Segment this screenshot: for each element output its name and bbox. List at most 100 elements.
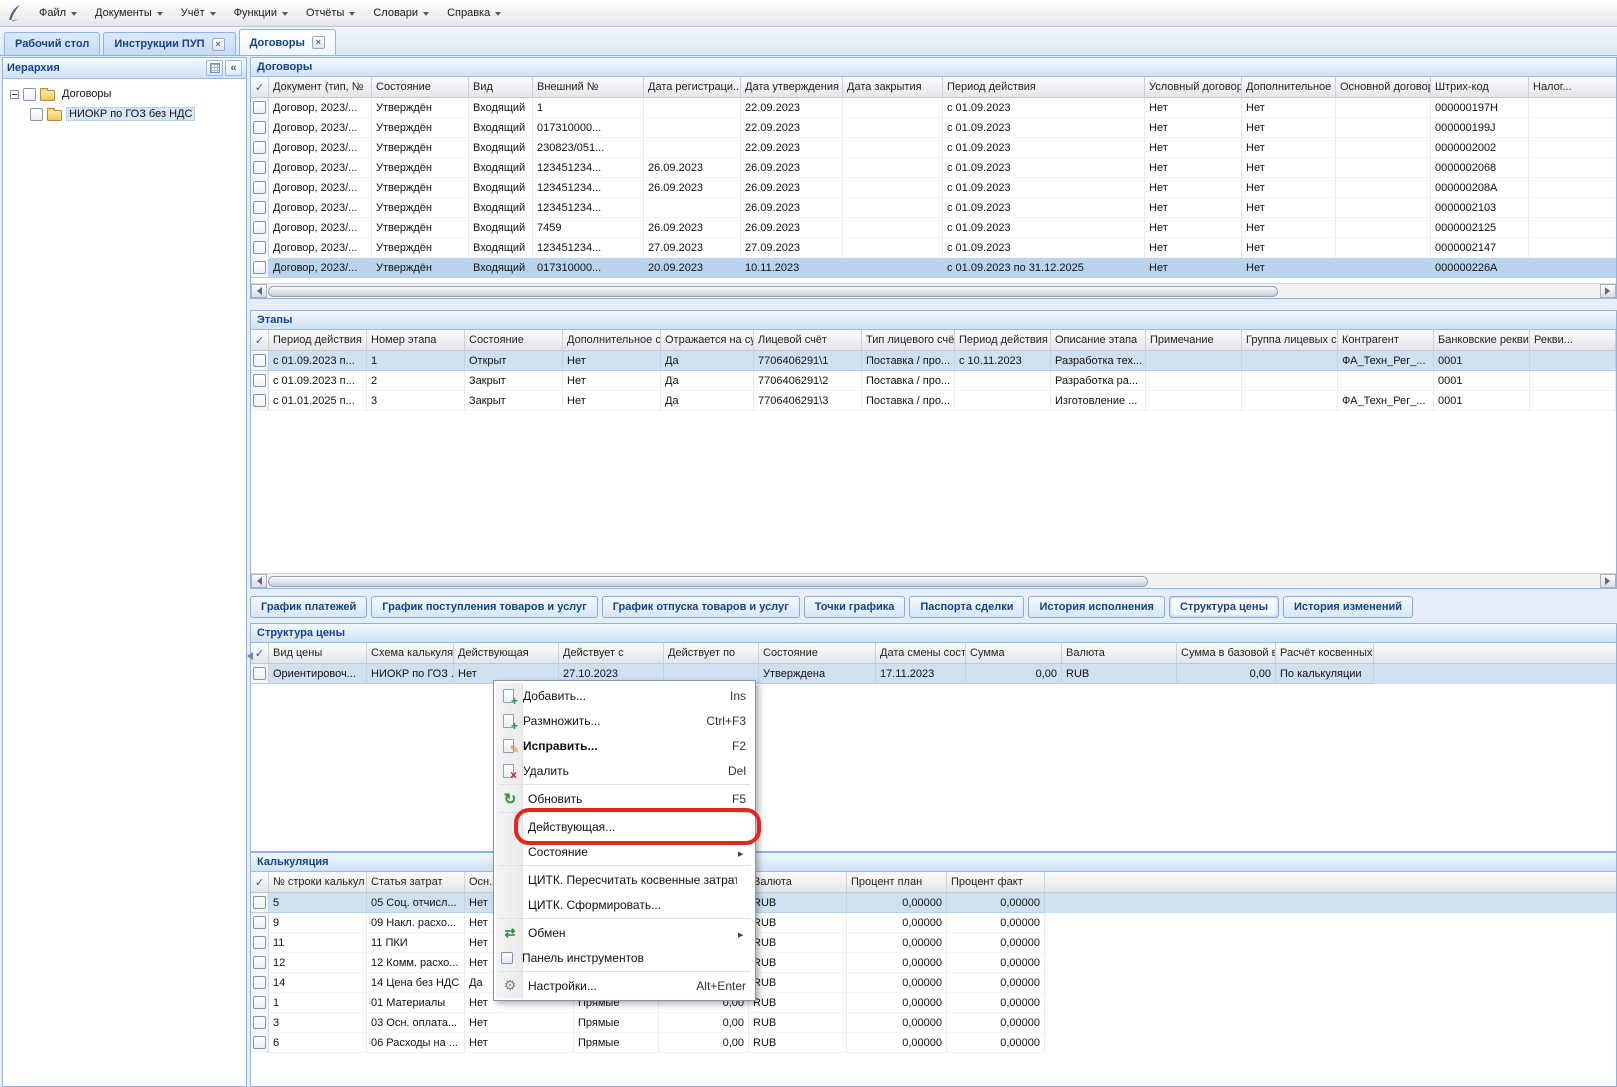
subtab[interactable]: График отпуска товаров и услуг <box>602 596 800 618</box>
row-checkbox[interactable] <box>253 374 266 387</box>
row-checkbox[interactable] <box>253 101 266 114</box>
column-header[interactable]: Состояние <box>372 77 469 97</box>
context-menu-item[interactable]: ЦИТК. Сформировать... <box>496 892 753 917</box>
column-header[interactable]: Основной договор <box>1336 77 1431 97</box>
menubar-item[interactable]: Словари <box>364 0 438 26</box>
column-header[interactable]: Тип лицевого счёт <box>862 330 955 350</box>
column-header[interactable]: Действует по <box>664 643 759 663</box>
table-row[interactable]: Договор, 2023/...УтверждёнВходящий123451… <box>251 158 1616 178</box>
column-header[interactable]: Штрих-код <box>1431 77 1529 97</box>
select-all-column-header[interactable]: ✓ <box>251 77 269 97</box>
menubar-item[interactable]: Отчёты <box>297 0 364 26</box>
row-checkbox[interactable] <box>253 394 266 407</box>
column-header[interactable]: Сумма <box>966 643 1062 663</box>
tab-instructions[interactable]: Инструкции ПУП <box>103 32 235 55</box>
subtab[interactable]: График платежей <box>250 596 367 618</box>
context-menu-item[interactable]: УдалитьDel <box>496 758 753 783</box>
column-header[interactable]: Примечание <box>1146 330 1242 350</box>
table-row[interactable]: Договор, 2023/...УтверждёнВходящий017310… <box>251 118 1616 138</box>
row-checkbox[interactable] <box>253 1036 266 1049</box>
column-header[interactable]: Вид <box>469 77 533 97</box>
table-row[interactable]: 1212 Комм. расхо...НетRUB0,000000,00000 <box>251 953 1616 973</box>
table-row[interactable]: Договор, 2023/...УтверждёнВходящий230823… <box>251 138 1616 158</box>
column-header[interactable]: Дополнительное с <box>1242 77 1336 97</box>
row-checkbox[interactable] <box>253 161 266 174</box>
column-header[interactable]: Действует с <box>559 643 664 663</box>
table-row[interactable]: 303 Осн. оплата...НетПрямые0,00RUB0,0000… <box>251 1013 1616 1033</box>
row-checkbox[interactable] <box>253 141 266 154</box>
select-all-column-header[interactable]: ✓ <box>251 872 269 892</box>
table-row[interactable]: 101 МатериалыНетПрямые0,00RUB0,000000,00… <box>251 993 1616 1013</box>
menubar-item[interactable]: Учёт <box>172 0 225 26</box>
context-menu-item[interactable]: ОбновитьF5 <box>496 786 753 811</box>
row-checkbox[interactable] <box>253 936 266 949</box>
close-tab-icon[interactable] <box>212 38 225 51</box>
scroll-right-icon[interactable] <box>1600 284 1616 298</box>
row-checkbox[interactable] <box>253 1016 266 1029</box>
contracts-hscrollbar[interactable] <box>251 283 1616 298</box>
context-menu-item[interactable]: Настройки...Alt+Enter <box>496 973 753 998</box>
scrollbar-thumb[interactable] <box>268 576 1148 587</box>
column-header[interactable]: Документ (тип, № <box>269 77 372 97</box>
table-row[interactable]: Договор, 2023/...УтверждёнВходящий122.09… <box>251 98 1616 118</box>
column-header[interactable]: Вид цены <box>269 643 367 663</box>
row-checkbox[interactable] <box>253 976 266 989</box>
table-row[interactable]: 1111 ПКИНетRUB0,000000,00000 <box>251 933 1616 953</box>
row-checkbox[interactable] <box>253 956 266 969</box>
column-header[interactable]: № строки калькул <box>269 872 367 892</box>
subtab[interactable]: График поступления товаров и услуг <box>371 596 597 618</box>
row-checkbox[interactable] <box>253 201 266 214</box>
column-header[interactable]: Дата закрытия <box>843 77 943 97</box>
column-header[interactable]: Описание этапа <box>1051 330 1146 350</box>
table-row[interactable]: Договор, 2023/...УтверждёнВходящий745926… <box>251 218 1616 238</box>
row-checkbox[interactable] <box>253 261 266 274</box>
column-header[interactable]: Отражается на су <box>661 330 754 350</box>
subtab[interactable]: История исполнения <box>1028 596 1165 618</box>
column-header[interactable]: Процент факт <box>947 872 1045 892</box>
row-checkbox[interactable] <box>253 121 266 134</box>
tab-contracts[interactable]: Договоры <box>239 29 336 55</box>
table-row[interactable]: с 01.09.2023 п...2ЗакрытНетДа7706406291\… <box>251 371 1616 391</box>
scrollbar-thumb[interactable] <box>268 286 1278 297</box>
column-header[interactable]: Схема калькуляци <box>367 643 454 663</box>
column-header[interactable]: Процент план <box>847 872 947 892</box>
context-menu-item[interactable]: Действующая... <box>496 814 753 839</box>
column-header[interactable]: Период действия л <box>955 330 1051 350</box>
column-header[interactable]: Банковские реквиз <box>1434 330 1530 350</box>
row-checkbox[interactable] <box>253 916 266 929</box>
row-checkbox[interactable] <box>253 181 266 194</box>
table-row[interactable]: Договор, 2023/...УтверждёнВходящий017310… <box>251 258 1616 278</box>
tree-item-contracts[interactable]: Договоры <box>6 84 243 104</box>
collapse-region-arrow-icon[interactable] <box>243 651 251 663</box>
checkbox[interactable] <box>30 108 43 121</box>
column-header[interactable]: Внешний № <box>533 77 644 97</box>
column-header[interactable]: Расчёт косвенных <box>1276 643 1374 663</box>
column-header[interactable]: Период действия <box>943 77 1145 97</box>
table-row[interactable]: с 01.01.2025 п...3ЗакрытНетДа7706406291\… <box>251 391 1616 411</box>
menubar-item[interactable]: Справка <box>438 0 510 26</box>
row-checkbox[interactable] <box>253 667 266 680</box>
table-row[interactable]: 909 Накл. расхо...НетRUB0,000000,00000 <box>251 913 1616 933</box>
context-menu-item[interactable]: ЦИТК. Пересчитать косвенные затраты... <box>496 867 753 892</box>
context-menu-item[interactable]: Размножить...Ctrl+F3 <box>496 708 753 733</box>
scroll-left-icon[interactable] <box>251 284 267 298</box>
column-header[interactable]: Валюта <box>1062 643 1177 663</box>
column-header[interactable]: Контрагент <box>1338 330 1434 350</box>
row-checkbox[interactable] <box>253 354 266 367</box>
table-row[interactable]: с 01.09.2023 п...1ОткрытНетДа7706406291\… <box>251 351 1616 371</box>
row-checkbox[interactable] <box>253 221 266 234</box>
column-header[interactable]: Период действия <box>269 330 367 350</box>
table-row[interactable]: Договор, 2023/...УтверждёнВходящий123451… <box>251 178 1616 198</box>
collapse-panel-icon[interactable] <box>225 60 242 76</box>
column-header[interactable]: Рекви... <box>1530 330 1616 350</box>
subtab[interactable]: Паспорта сделки <box>909 596 1024 618</box>
column-header[interactable]: Состояние <box>759 643 876 663</box>
select-all-column-header[interactable]: ✓ <box>251 330 269 350</box>
subtab[interactable]: История изменений <box>1283 596 1413 618</box>
subtab[interactable]: Точки графика <box>804 596 906 618</box>
column-header[interactable]: Состояние <box>465 330 563 350</box>
column-header[interactable]: Номер этапа <box>367 330 465 350</box>
tab-desktop[interactable]: Рабочий стол <box>4 32 100 55</box>
row-checkbox[interactable] <box>253 896 266 909</box>
scroll-right-icon[interactable] <box>1600 574 1616 588</box>
